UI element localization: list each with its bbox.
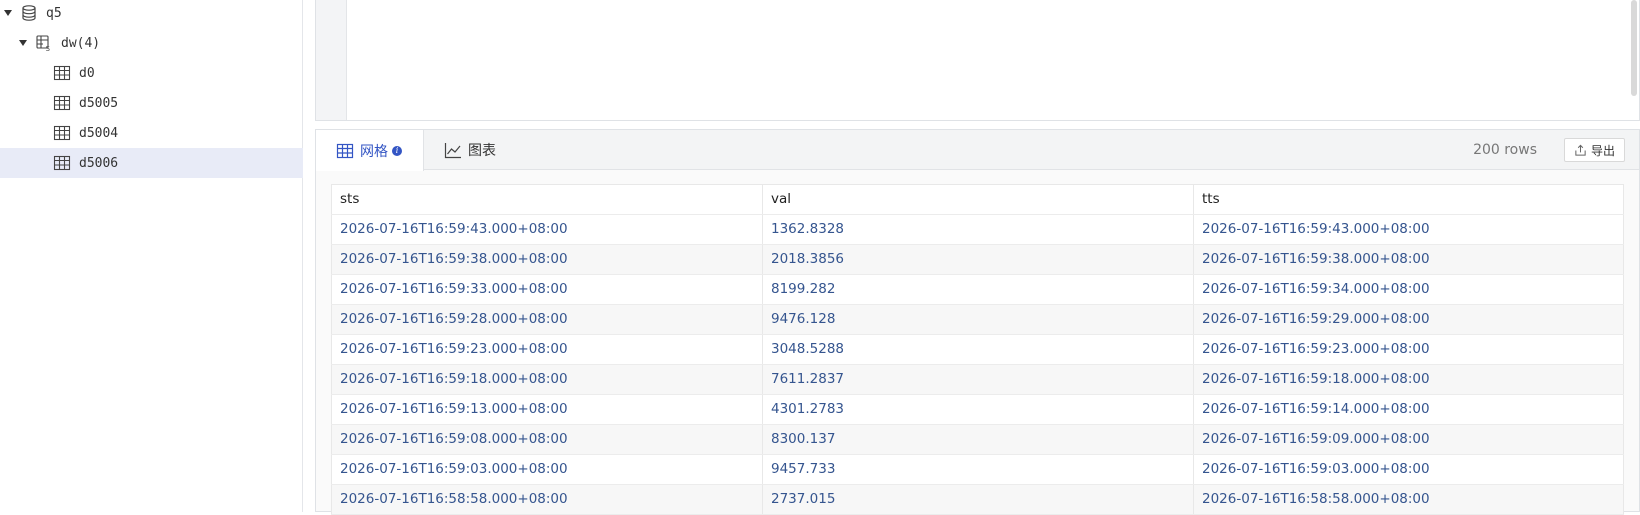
table-cell-tts[interactable]: 2026-07-16T16:59:18.000+08:00 <box>1193 365 1624 394</box>
tree-item-label: q5 <box>46 5 62 21</box>
table-cell-val[interactable]: 4301.2783 <box>762 395 1193 424</box>
object-tree: q5 S dw(4) d0 d5005 d5004 d5006 <box>0 0 303 512</box>
table-cell-sts[interactable]: 2026-07-16T16:59:28.000+08:00 <box>331 305 762 334</box>
table-cell-sts[interactable]: 2026-07-16T16:59:08.000+08:00 <box>331 425 762 454</box>
table-cell-val[interactable]: 1362.8328 <box>762 215 1193 244</box>
svg-text:S: S <box>46 45 51 52</box>
table-cell-sts[interactable]: 2026-07-16T16:59:18.000+08:00 <box>331 365 762 394</box>
tree-item-label: d5006 <box>79 155 119 171</box>
table-cell-tts[interactable]: 2026-07-16T16:59:29.000+08:00 <box>1193 305 1624 334</box>
tree-item-d5005[interactable]: d5005 <box>0 88 303 118</box>
result-table: sts val tts 2026-07-16T16:59:43.000+08:0… <box>331 184 1624 515</box>
table-row[interactable]: 2026-07-16T16:59:13.000+08:00 4301.2783 20… <box>331 395 1624 425</box>
table-cell-sts[interactable]: 2026-07-16T16:59:43.000+08:00 <box>331 215 762 244</box>
database-icon <box>20 4 38 22</box>
table-cell-val[interactable]: 9476.128 <box>762 305 1193 334</box>
export-label: 导出 <box>1590 143 1615 158</box>
sql-editor[interactable] <box>315 0 1640 121</box>
grid-icon <box>336 143 354 158</box>
table-cell-tts[interactable]: 2026-07-16T16:58:58.000+08:00 <box>1193 485 1624 514</box>
tree-item-label: d5005 <box>79 95 119 111</box>
line-number-gutter <box>316 0 347 120</box>
table-row[interactable]: 2026-07-16T16:58:58.000+08:00 2737.015 202… <box>331 485 1624 515</box>
table-cell-sts[interactable]: 2026-07-16T16:59:38.000+08:00 <box>331 245 762 274</box>
info-icon[interactable]: i <box>392 145 402 156</box>
tree-item-d5006[interactable]: d5006 <box>0 148 303 178</box>
table-cell-tts[interactable]: 2026-07-16T16:59:38.000+08:00 <box>1193 245 1624 274</box>
table-cell-sts[interactable]: 2026-07-16T16:59:03.000+08:00 <box>331 455 762 484</box>
table-cell-val[interactable]: 2737.015 <box>762 485 1193 514</box>
tree-item-label: d5004 <box>79 125 119 141</box>
tree-item-d5004[interactable]: d5004 <box>0 118 303 148</box>
column-header-tts[interactable]: tts <box>1193 185 1624 214</box>
tab-chart[interactable]: 图表 <box>444 130 496 170</box>
tab-grid[interactable]: 网格 i <box>316 130 424 171</box>
table-icon <box>53 124 71 142</box>
tab-chart-label: 图表 <box>468 143 496 159</box>
table-cell-val[interactable]: 8199.282 <box>762 275 1193 304</box>
line-chart-icon <box>444 143 461 159</box>
table-cell-tts[interactable]: 2026-07-16T16:59:09.000+08:00 <box>1193 425 1624 454</box>
table-cell-tts[interactable]: 2026-07-16T16:59:43.000+08:00 <box>1193 215 1624 244</box>
table-cell-tts[interactable]: 2026-07-16T16:59:23.000+08:00 <box>1193 335 1624 364</box>
column-header-val[interactable]: val <box>762 185 1193 214</box>
table-cell-val[interactable]: 2018.3856 <box>762 245 1193 274</box>
table-cell-sts[interactable]: 2026-07-16T16:59:33.000+08:00 <box>331 275 762 304</box>
table-row[interactable]: 2026-07-16T16:59:08.000+08:00 8300.137 202… <box>331 425 1624 455</box>
caret-down-icon[interactable] <box>4 10 12 16</box>
table-cell-tts[interactable]: 2026-07-16T16:59:14.000+08:00 <box>1193 395 1624 424</box>
results-tabbar: 网格 i 图表 200 rows 导出 <box>316 130 1639 171</box>
table-row[interactable]: 2026-07-16T16:59:33.000+08:00 8199.282 202… <box>331 275 1624 305</box>
table-row[interactable]: 2026-07-16T16:59:03.000+08:00 9457.733 202… <box>331 455 1624 485</box>
table-row[interactable]: 2026-07-16T16:59:18.000+08:00 7611.2837 20… <box>331 365 1624 395</box>
editor-scrollbar[interactable] <box>1631 0 1637 96</box>
table-cell-val[interactable]: 7611.2837 <box>762 365 1193 394</box>
tree-item-q5[interactable]: q5 <box>0 0 303 28</box>
table-cell-val[interactable]: 9457.733 <box>762 455 1193 484</box>
table-row[interactable]: 2026-07-16T16:59:23.000+08:00 3048.5288 20… <box>331 335 1624 365</box>
table-cell-sts[interactable]: 2026-07-16T16:59:13.000+08:00 <box>331 395 762 424</box>
tab-grid-label: 网格 <box>360 143 388 160</box>
tree-item-dw[interactable]: S dw(4) <box>0 28 303 58</box>
export-icon <box>1575 144 1586 156</box>
table-row[interactable]: 2026-07-16T16:59:38.000+08:00 2018.3856 20… <box>331 245 1624 275</box>
table-cell-tts[interactable]: 2026-07-16T16:59:34.000+08:00 <box>1193 275 1624 304</box>
table-cell-tts[interactable]: 2026-07-16T16:59:03.000+08:00 <box>1193 455 1624 484</box>
table-icon <box>53 94 71 112</box>
table-row[interactable]: 2026-07-16T16:59:28.000+08:00 9476.128 202… <box>331 305 1624 335</box>
table-cell-sts[interactable]: 2026-07-16T16:58:58.000+08:00 <box>331 485 762 514</box>
table-cell-val[interactable]: 8300.137 <box>762 425 1193 454</box>
tree-item-label: dw(4) <box>61 35 101 51</box>
schema-icon: S <box>35 34 53 52</box>
table-cell-val[interactable]: 3048.5288 <box>762 335 1193 364</box>
table-icon <box>53 64 71 82</box>
table-cell-sts[interactable]: 2026-07-16T16:59:23.000+08:00 <box>331 335 762 364</box>
table-header: sts val tts <box>331 185 1624 215</box>
table-icon <box>53 154 71 172</box>
row-count: 200 rows <box>1473 142 1537 158</box>
table-row[interactable]: 2026-07-16T16:59:43.000+08:00 1362.8328 20… <box>331 215 1624 245</box>
tree-item-d0[interactable]: d0 <box>0 58 303 88</box>
results-panel: 网格 i 图表 200 rows 导出 sts val tts 2026-07-… <box>315 129 1640 515</box>
tree-item-label: d0 <box>79 65 95 81</box>
export-button[interactable]: 导出 <box>1563 138 1625 162</box>
column-header-sts[interactable]: sts <box>331 185 762 214</box>
caret-down-icon[interactable] <box>19 40 27 46</box>
